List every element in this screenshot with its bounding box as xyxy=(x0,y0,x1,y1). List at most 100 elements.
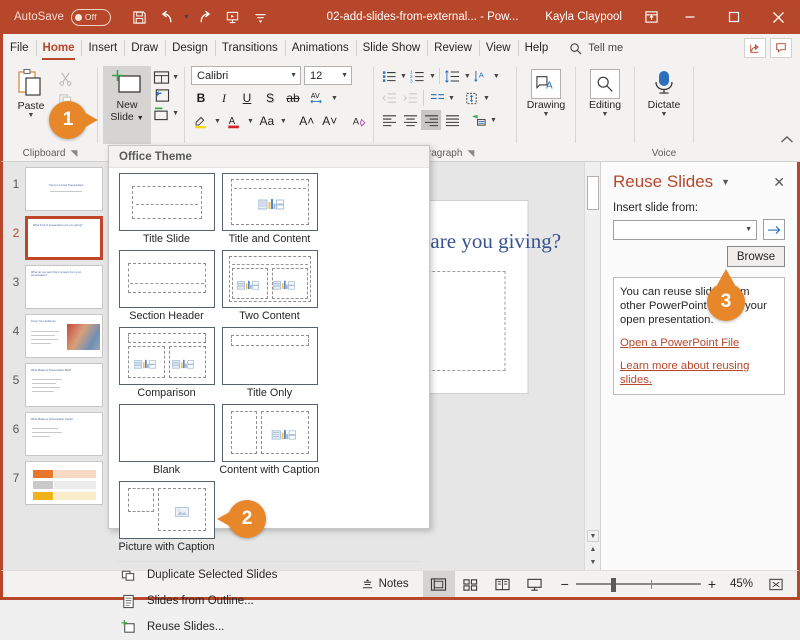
align-right-button[interactable] xyxy=(421,110,441,130)
zoom-percent-label[interactable]: 45% xyxy=(723,578,753,590)
font-size-combobox[interactable]: 12 ▼ xyxy=(304,66,352,85)
browse-button[interactable]: Browse xyxy=(727,246,785,267)
columns-caret-icon[interactable]: ▼ xyxy=(448,95,455,102)
font-size-caret-icon[interactable]: ▼ xyxy=(341,72,348,79)
align-center-button[interactable] xyxy=(400,110,420,130)
slide-show-button[interactable] xyxy=(519,571,551,597)
thumbnail-item-6[interactable]: 6 What Makes a Presentation Good? xyxy=(3,407,112,456)
decrease-font-size-button[interactable]: A˅ xyxy=(320,111,340,131)
tell-me-search[interactable]: Tell me xyxy=(561,34,631,62)
numbering-button[interactable]: 123 xyxy=(408,66,428,86)
maximize-restore-button[interactable] xyxy=(712,0,756,34)
redo-icon[interactable] xyxy=(192,5,218,29)
thumbnail-image[interactable]: What do you want them to learn from your… xyxy=(25,265,103,309)
zoom-slider[interactable] xyxy=(575,578,701,592)
task-pane-close-icon[interactable]: ✕ xyxy=(773,175,785,189)
share-icon[interactable] xyxy=(744,38,766,58)
cut-icon[interactable] xyxy=(54,68,76,88)
line-spacing-button[interactable] xyxy=(443,66,463,86)
reset-slide-button[interactable] xyxy=(153,88,179,103)
slide-thumbnail-pane[interactable]: 1 Tips for a Great Presentation 2 What k… xyxy=(0,162,112,570)
menu-item-slides-from-outline[interactable]: Slides from Outline... xyxy=(109,588,429,614)
go-arrow-button[interactable] xyxy=(763,219,785,240)
thumbnail-item-1[interactable]: 1 Tips for a Great Presentation xyxy=(3,162,112,211)
bold-button[interactable]: B xyxy=(191,88,211,108)
thumbnail-item-7[interactable]: 7 xyxy=(3,456,112,505)
close-button[interactable] xyxy=(756,0,800,34)
tab-insert[interactable]: Insert xyxy=(81,34,124,62)
paste-dropdown-caret-icon[interactable]: ▼ xyxy=(28,112,35,119)
thumbnail-item-2[interactable]: 2 What kind of presentation are you givi… xyxy=(3,211,112,260)
change-case-caret-icon[interactable]: ▼ xyxy=(280,118,287,125)
thumbnail-image[interactable] xyxy=(25,461,103,505)
tab-design[interactable]: Design xyxy=(165,34,215,62)
underline-button[interactable]: U xyxy=(237,88,257,108)
menu-item-reuse-slides[interactable]: Reuse Slides... xyxy=(109,614,429,640)
bullets-caret-icon[interactable]: ▼ xyxy=(400,73,407,80)
collapse-ribbon-button[interactable] xyxy=(780,62,800,161)
align-text-caret-icon[interactable]: ▼ xyxy=(483,95,490,102)
thumbnail-image[interactable]: What Makes a Presentation Bad? xyxy=(25,363,103,407)
tab-home[interactable]: Home xyxy=(35,34,82,62)
numbering-caret-icon[interactable]: ▼ xyxy=(429,73,436,80)
justify-button[interactable] xyxy=(442,110,462,130)
menu-item-duplicate-selected-slides[interactable]: Duplicate Selected Slides xyxy=(109,562,429,588)
dictate-button[interactable]: Dictate ▼ xyxy=(640,66,688,118)
zoom-slider-handle[interactable] xyxy=(610,578,616,592)
user-name[interactable]: Kayla Claypool xyxy=(545,11,622,23)
section-button[interactable]: ▼ xyxy=(153,106,179,121)
layout-comparison[interactable]: Comparison xyxy=(115,327,218,399)
convert-to-smartart-caret-icon[interactable]: ▼ xyxy=(490,117,497,124)
start-from-beginning-icon[interactable] xyxy=(220,5,246,29)
increase-font-size-button[interactable]: A˄ xyxy=(297,111,317,131)
change-case-button[interactable]: Aa xyxy=(257,111,277,131)
thumbnail-image[interactable]: Tips for a Great Presentation xyxy=(25,167,103,211)
tab-draw[interactable]: Draw xyxy=(124,34,165,62)
font-name-combobox[interactable]: Calibri ▼ xyxy=(191,66,301,85)
layout-title-only[interactable]: Title Only xyxy=(218,327,321,399)
character-spacing-caret-icon[interactable]: ▼ xyxy=(331,95,338,102)
slide-sorter-view-button[interactable] xyxy=(455,571,487,597)
character-spacing-button[interactable]: AV xyxy=(306,88,328,108)
layout-two-content[interactable]: Two Content xyxy=(218,250,321,322)
insert-slide-from-caret-icon[interactable]: ▼ xyxy=(745,226,752,233)
minimize-button[interactable] xyxy=(668,0,712,34)
layout-blank[interactable]: Blank xyxy=(115,404,218,476)
section-caret-icon[interactable]: ▼ xyxy=(172,110,179,117)
paragraph-dialog-launcher-icon[interactable]: ◥ xyxy=(467,148,474,159)
zoom-in-button[interactable]: + xyxy=(708,577,716,591)
customize-quick-access-toolbar-icon[interactable] xyxy=(248,5,274,29)
editing-caret-icon[interactable]: ▼ xyxy=(602,111,609,118)
scrollbar-thumb[interactable] xyxy=(587,176,599,210)
autosave-toggle[interactable]: Off xyxy=(70,8,111,26)
autosave-control[interactable]: AutoSave Off xyxy=(14,8,111,26)
columns-button[interactable] xyxy=(427,88,447,108)
align-text-button[interactable] xyxy=(462,88,482,108)
line-spacing-caret-icon[interactable]: ▼ xyxy=(464,73,471,80)
previous-slide-button[interactable]: ▲ xyxy=(587,543,599,555)
new-slide-gallery-dropdown[interactable]: Office Theme Title Slide Title and Conte… xyxy=(108,145,430,633)
layout-picture-with-caption[interactable]: Picture with Caption xyxy=(115,481,218,553)
drawing-caret-icon[interactable]: ▼ xyxy=(543,111,550,118)
layout-title-and-content[interactable]: Title and Content xyxy=(218,173,321,245)
convert-to-smartart-button[interactable] xyxy=(469,110,489,130)
dictate-caret-icon[interactable]: ▼ xyxy=(661,111,668,118)
thumbnail-item-3[interactable]: 3 What do you want them to learn from yo… xyxy=(3,260,112,309)
insert-slide-from-combobox[interactable]: ▼ xyxy=(613,219,757,240)
layout-caret-icon[interactable]: ▼ xyxy=(172,74,179,81)
reading-view-button[interactable] xyxy=(487,571,519,597)
text-highlight-color-button[interactable] xyxy=(191,111,211,131)
save-icon[interactable] xyxy=(127,5,153,29)
zoom-out-button[interactable]: − xyxy=(561,577,569,591)
editing-button[interactable]: Editing ▼ xyxy=(581,66,629,118)
open-powerpoint-file-link[interactable]: Open a PowerPoint File xyxy=(620,336,778,350)
tab-view[interactable]: View xyxy=(478,34,518,62)
highlight-caret-icon[interactable]: ▼ xyxy=(214,118,221,125)
tab-help[interactable]: Help xyxy=(517,34,556,62)
layout-title-slide[interactable]: Title Slide xyxy=(115,173,218,245)
fit-slide-to-window-button[interactable] xyxy=(763,571,789,597)
comments-icon[interactable] xyxy=(770,38,792,58)
increase-indent-button[interactable] xyxy=(400,88,420,108)
new-slide-button[interactable]: New Slide ▼ xyxy=(103,66,152,144)
align-left-button[interactable] xyxy=(379,110,399,130)
